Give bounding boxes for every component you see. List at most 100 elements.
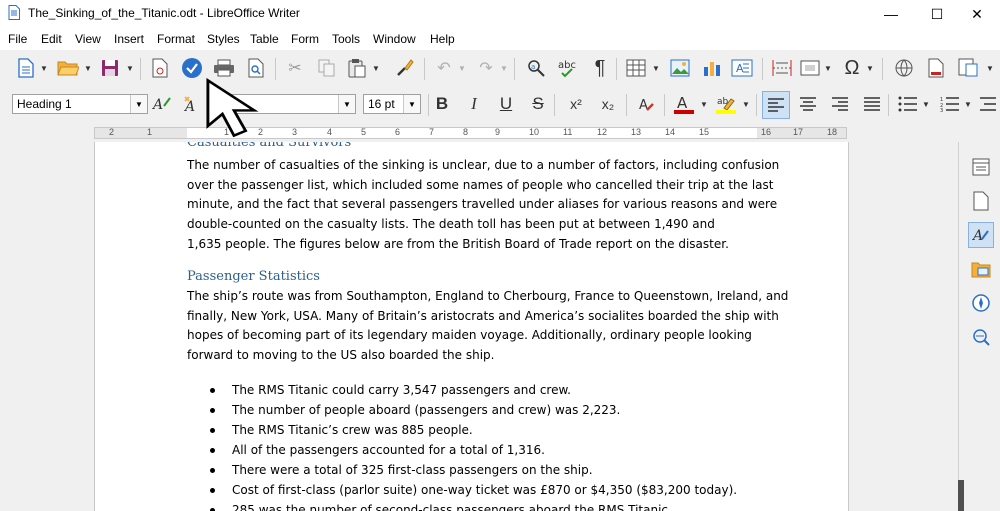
menu-format[interactable]: Format xyxy=(157,32,195,46)
properties-icon[interactable] xyxy=(968,188,994,214)
horizontal-ruler[interactable]: 2 1 1 2 3 4 5 6 7 8 9 10 11 12 13 14 15 … xyxy=(94,127,847,139)
menu-edit[interactable]: Edit xyxy=(41,32,62,46)
navigator-icon[interactable] xyxy=(968,290,994,316)
print-preview-icon[interactable] xyxy=(244,56,268,80)
new-dropdown-arrow[interactable]: ▼ xyxy=(40,56,48,80)
find-replace-icon[interactable]: a xyxy=(524,56,548,80)
underline-button[interactable]: U xyxy=(494,92,518,116)
hyperlink-icon[interactable] xyxy=(892,56,916,80)
font-name-combo[interactable]: ▼ xyxy=(214,94,356,114)
open-dropdown-arrow[interactable]: ▼ xyxy=(84,56,92,80)
undo-icon[interactable]: ↶ xyxy=(432,56,456,80)
strikethrough-button[interactable]: S xyxy=(526,92,550,116)
new-document-icon[interactable] xyxy=(14,56,38,80)
text-line: double-counted on the casualty lists. Th… xyxy=(187,217,715,232)
gallery-icon[interactable] xyxy=(968,256,994,282)
align-left-button[interactable] xyxy=(762,91,790,119)
save-icon[interactable] xyxy=(98,56,122,80)
menu-styles[interactable]: Styles xyxy=(207,32,240,46)
page-break-icon[interactable] xyxy=(770,56,794,80)
special-character-icon[interactable]: Ω xyxy=(840,56,864,80)
font-color-dropdown-arrow[interactable]: ▼ xyxy=(700,92,708,116)
insert-image-icon[interactable] xyxy=(668,56,692,80)
save-dropdown-arrow[interactable]: ▼ xyxy=(126,56,134,80)
menu-file[interactable]: File xyxy=(8,32,27,46)
formatting-toolbar: Heading 1 ▼ A A ▼ 16 pt ▼ B I U S x² x₂ … xyxy=(0,88,1000,122)
insert-field-icon[interactable] xyxy=(798,56,822,80)
font-size-combo[interactable]: 16 pt ▼ xyxy=(363,94,421,114)
redo-dropdown-arrow[interactable]: ▼ xyxy=(500,56,508,80)
toolbar-separator xyxy=(626,94,627,116)
subscript-button[interactable]: x₂ xyxy=(596,92,620,116)
ruler-number: 4 xyxy=(327,127,333,137)
align-right-button[interactable] xyxy=(828,92,852,116)
svg-text:A: A xyxy=(183,99,195,114)
ordered-list-icon[interactable]: 123 xyxy=(938,92,962,116)
menu-form[interactable]: Form xyxy=(291,32,319,46)
comment-dropdown-arrow[interactable]: ▼ xyxy=(986,56,994,80)
special-character-dropdown-arrow[interactable]: ▼ xyxy=(866,56,874,80)
text-line: The number of casualties of the sinking … xyxy=(187,158,780,172)
outline-list-icon[interactable] xyxy=(976,92,1000,116)
chevron-down-icon[interactable]: ▼ xyxy=(130,95,147,113)
menu-bar: File Edit View Insert Format Styles Tabl… xyxy=(0,28,1000,50)
undo-dropdown-arrow[interactable]: ▼ xyxy=(458,56,466,80)
text-line: over the passenger list, which included … xyxy=(187,177,774,192)
field-dropdown-arrow[interactable]: ▼ xyxy=(824,56,832,80)
menu-table[interactable]: Table xyxy=(250,32,279,46)
paste-icon[interactable] xyxy=(345,56,369,80)
redo-icon[interactable]: ↷ xyxy=(474,56,498,80)
bold-button[interactable]: B xyxy=(430,92,454,116)
export-pdf-icon[interactable] xyxy=(148,56,172,80)
clear-formatting-icon[interactable]: A xyxy=(634,92,658,116)
ruler-number: 15 xyxy=(699,127,710,137)
chevron-down-icon[interactable]: ▼ xyxy=(338,95,355,113)
highlight-color-icon[interactable]: ab xyxy=(714,92,738,116)
unordered-list-dropdown-arrow[interactable]: ▼ xyxy=(922,92,930,116)
clone-formatting-icon[interactable] xyxy=(393,56,417,80)
new-style-icon[interactable]: A xyxy=(180,92,204,116)
document-page[interactable]: Casualties and Survivors The number of c… xyxy=(94,142,849,511)
comment-icon[interactable] xyxy=(956,56,980,80)
spelling-icon[interactable]: abc xyxy=(556,56,580,80)
copy-icon[interactable] xyxy=(315,56,339,80)
standard-toolbar: ▼ ▼ ▼ ✂ ▼ ↶ ▼ ↷ ▼ a abc ¶ ▼ A ▼ Ω ▼ ▼ xyxy=(0,50,1000,88)
menu-view[interactable]: View xyxy=(75,32,101,46)
justify-button[interactable] xyxy=(860,92,884,116)
ordered-list-dropdown-arrow[interactable]: ▼ xyxy=(964,92,972,116)
font-color-icon[interactable]: A xyxy=(672,92,696,116)
svg-text:A: A xyxy=(639,98,648,113)
print-icon[interactable] xyxy=(212,56,236,80)
open-icon[interactable] xyxy=(56,56,80,80)
cut-icon[interactable]: ✂ xyxy=(283,56,307,80)
sidebar-menu-icon[interactable] xyxy=(968,154,994,180)
paste-dropdown-arrow[interactable]: ▼ xyxy=(372,56,380,80)
menu-insert[interactable]: Insert xyxy=(114,32,144,46)
ruler-number: 9 xyxy=(495,127,501,137)
table-dropdown-arrow[interactable]: ▼ xyxy=(652,56,660,80)
ruler-number: 18 xyxy=(827,127,838,137)
italic-button[interactable]: I xyxy=(462,92,486,116)
menu-help[interactable]: Help xyxy=(430,32,455,46)
insert-chart-icon[interactable] xyxy=(700,56,724,80)
insert-textbox-icon[interactable]: A xyxy=(730,56,754,80)
manage-changes-icon[interactable] xyxy=(968,324,994,350)
unordered-list-icon[interactable] xyxy=(896,92,920,116)
insert-table-icon[interactable] xyxy=(624,56,648,80)
chevron-down-icon[interactable]: ▼ xyxy=(403,95,420,113)
styles-icon[interactable]: A xyxy=(968,222,994,248)
align-center-button[interactable] xyxy=(796,92,820,116)
update-style-icon[interactable]: A xyxy=(150,92,174,116)
font-size-value: 16 pt xyxy=(368,97,395,111)
vertical-scrollbar-thumb[interactable] xyxy=(958,480,964,511)
formatting-marks-icon[interactable]: ¶ xyxy=(588,56,612,80)
footnote-icon[interactable] xyxy=(924,56,948,80)
minimize-button[interactable]: — xyxy=(868,0,914,28)
close-button[interactable]: ✕ xyxy=(954,0,1000,28)
highlight-dropdown-arrow[interactable]: ▼ xyxy=(742,92,750,116)
superscript-button[interactable]: x² xyxy=(564,92,588,116)
menu-tools[interactable]: Tools xyxy=(332,32,360,46)
paragraph-style-combo[interactable]: Heading 1 ▼ xyxy=(12,94,148,114)
export-directly-icon[interactable] xyxy=(180,56,204,80)
menu-window[interactable]: Window xyxy=(373,32,416,46)
